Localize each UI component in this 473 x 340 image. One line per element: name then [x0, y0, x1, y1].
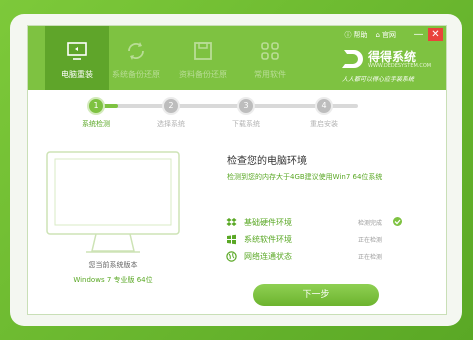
- brand-logo: 得得系统 WWW.DEDESYSTEM.COM 人人都可以得心应手装系统: [338, 48, 432, 84]
- check-title: 检查您的电脑环境: [227, 156, 307, 167]
- nav-system-backup[interactable]: 系统备份还原: [104, 26, 168, 90]
- check-item-hardware: 基础硬件环境 检测完成: [226, 217, 406, 234]
- check-done-icon: [393, 217, 402, 226]
- nav-reinstall[interactable]: 电脑重装: [45, 26, 109, 90]
- check-description: 检测到您的内存大于4GB建议使用Win7 64位系统: [227, 173, 383, 181]
- step-1: 1 系统检测: [66, 97, 126, 129]
- step-number: 1: [87, 97, 105, 115]
- nav-common-software[interactable]: 常用软件: [238, 26, 302, 90]
- current-system-info: 您当前系统版本 Windows 7 专业版 64位: [28, 260, 198, 285]
- step-3: 3 下载系统: [216, 97, 276, 129]
- environment-check: 检查您的电脑环境 检测到您的内存大于4GB建议使用Win7 64位系统: [227, 152, 447, 182]
- help-icon: ⓘ: [344, 31, 352, 39]
- monitor-icon: [67, 42, 87, 60]
- check-item-status: 正在检测: [358, 254, 383, 261]
- current-system-version: Windows 7 专业版 64位: [73, 276, 153, 284]
- nav-label: 系统备份还原: [112, 70, 160, 79]
- step-number: 2: [162, 97, 180, 115]
- help-link[interactable]: ⓘ 帮助: [345, 30, 368, 40]
- step-label: 系统检测: [82, 120, 110, 128]
- app-window: 电脑重装 系统备份还原 资料备份还原 常用软件 ⓘ 帮助 ⌂ 官网 — ✕ 得得…: [27, 25, 447, 315]
- nav-label: 资料备份还原: [179, 70, 227, 79]
- next-step-button[interactable]: 下一步: [253, 284, 379, 306]
- website-label: 官网: [382, 31, 396, 39]
- check-item-software: 系统软件环境 正在检测: [226, 234, 406, 251]
- nav-label: 电脑重装: [61, 70, 93, 79]
- website-link[interactable]: ⌂ 官网: [376, 30, 396, 40]
- save-icon: [194, 42, 212, 60]
- nav-data-backup[interactable]: 资料备份还原: [171, 26, 235, 90]
- step-4: 4 重启安装: [294, 97, 354, 129]
- check-item-status: 正在检测: [358, 237, 383, 244]
- step-number: 4: [315, 97, 333, 115]
- minimize-button[interactable]: —: [411, 28, 426, 41]
- title-bar: 电脑重装 系统备份还原 资料备份还原 常用软件 ⓘ 帮助 ⌂ 官网 — ✕ 得得…: [28, 26, 446, 90]
- step-number: 3: [237, 97, 255, 115]
- nav-label: 常用软件: [254, 70, 286, 79]
- check-item-network: 网络连通状态 正在检测: [226, 251, 406, 268]
- current-system-label: 您当前系统版本: [88, 261, 138, 269]
- refresh-icon: [128, 42, 144, 60]
- apps-icon: [261, 42, 279, 60]
- help-label: 帮助: [353, 31, 368, 39]
- check-item-name: 基础硬件环境: [244, 218, 292, 227]
- dropbox-icon: [226, 218, 237, 226]
- title-links: ⓘ 帮助 ⌂ 官网: [345, 30, 396, 40]
- check-list: 基础硬件环境 检测完成 系统软件环境 正在检测 网络连通状态 正在检测: [226, 217, 406, 268]
- step-label: 下载系统: [232, 120, 260, 128]
- step-label: 重启安装: [310, 120, 338, 128]
- check-item-name: 网络连通状态: [244, 252, 292, 261]
- progress-steps: 1 系统检测 2 选择系统 3 下载系统 4 重启安装: [82, 95, 382, 131]
- monitor-illustration: [46, 151, 180, 253]
- step-2: 2 选择系统: [141, 97, 201, 129]
- logo-tagline: 人人都可以得心应手装系统: [342, 76, 415, 83]
- home-icon: ⌂: [375, 31, 380, 39]
- check-item-name: 系统软件环境: [244, 235, 292, 244]
- close-button[interactable]: ✕: [428, 28, 443, 41]
- globe-icon: [226, 251, 237, 262]
- logo-url: WWW.DEDESYSTEM.COM: [368, 63, 432, 69]
- step-label: 选择系统: [157, 120, 185, 128]
- check-item-status: 检测完成: [358, 220, 383, 227]
- windows-icon: [227, 234, 236, 245]
- logo-mark-icon: [342, 50, 363, 68]
